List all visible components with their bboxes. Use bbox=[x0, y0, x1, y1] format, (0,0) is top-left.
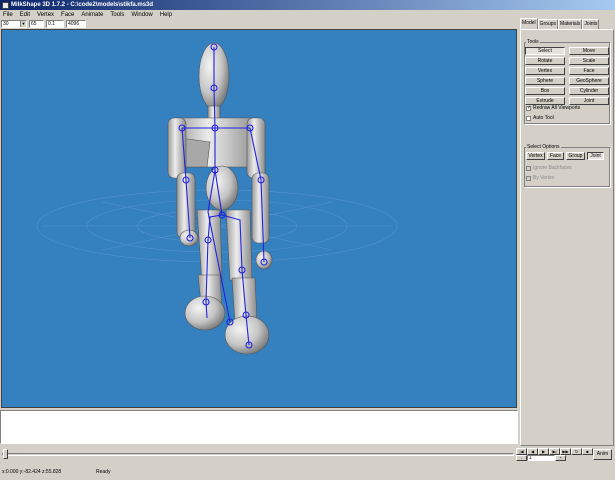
geosphere-tool-button[interactable]: GeoSphere bbox=[569, 77, 609, 85]
tab-materials[interactable]: Materials bbox=[558, 19, 583, 29]
box-tool-button[interactable]: Box bbox=[525, 87, 565, 95]
tab-joints[interactable]: Joints bbox=[582, 19, 600, 29]
zoom-select[interactable]: 30 ▼ bbox=[1, 20, 27, 28]
panel-tabs: Model Groups Materials Joints bbox=[520, 18, 614, 29]
extrude-tool-button[interactable]: Extrude bbox=[525, 97, 565, 105]
menu-tools[interactable]: Tools bbox=[110, 12, 124, 18]
status-message: Ready bbox=[96, 469, 111, 475]
toolbar-field-3[interactable]: 0.1 bbox=[46, 20, 64, 28]
menu-face[interactable]: Face bbox=[61, 12, 74, 18]
prev-frame-button[interactable]: ◀ bbox=[527, 448, 538, 455]
last-frame-button[interactable]: ▶▶ bbox=[560, 448, 571, 455]
right-panel: Model Groups Materials Joints Tools Sele… bbox=[520, 18, 614, 446]
cylinder-tool-button[interactable]: Cylinder bbox=[569, 87, 609, 95]
stop-button[interactable]: ■ bbox=[582, 448, 593, 455]
select-group-button[interactable]: Group bbox=[566, 152, 585, 160]
select-tool-button[interactable]: Select bbox=[525, 47, 565, 55]
window-title: MilkShape 3D 1.7.2 - C:\code2\models\sti… bbox=[11, 2, 154, 8]
mesh-figure bbox=[167, 42, 273, 355]
anim-button[interactable]: Anim bbox=[593, 449, 612, 460]
checkbox-box bbox=[526, 115, 531, 121]
3d-viewport[interactable] bbox=[1, 29, 517, 408]
tools-grid: Select Move Rotate Scale Vertex Face Sph… bbox=[525, 47, 609, 105]
status-coordinates: x:0.000 y:-82.424 z:55.828 bbox=[2, 469, 62, 475]
select-mode-row: Vertex Face Group Joint bbox=[526, 152, 604, 160]
checkbox-box bbox=[526, 175, 531, 181]
viewport-scene bbox=[36, 42, 398, 355]
menu-help[interactable]: Help bbox=[160, 12, 172, 18]
status-bar: x:0.000 y:-82.424 z:55.828 Ready bbox=[0, 466, 615, 478]
app-icon bbox=[2, 1, 9, 9]
menu-vertex[interactable]: Vertex bbox=[37, 12, 54, 18]
move-tool-button[interactable]: Move bbox=[569, 47, 609, 55]
app-window: MilkShape 3D 1.7.2 - C:\code2\models\sti… bbox=[0, 0, 615, 480]
toolbar-field-2[interactable]: 65 bbox=[29, 20, 44, 28]
toolbar: 30 ▼ 65 0.1 4096 bbox=[0, 19, 518, 29]
face-tool-button[interactable]: Face bbox=[569, 67, 609, 75]
message-pane bbox=[0, 410, 518, 444]
frame-up-button[interactable]: + bbox=[555, 455, 566, 461]
first-frame-button[interactable]: |◀ bbox=[516, 448, 527, 455]
joint-tool-button[interactable]: Joint bbox=[569, 97, 609, 105]
zoom-value: 30 bbox=[3, 21, 9, 27]
vertex-tool-button[interactable]: Vertex bbox=[525, 67, 565, 75]
select-vertex-button[interactable]: Vertex bbox=[526, 152, 545, 160]
redraw-all-viewports-checkbox[interactable]: ✓ Redraw All Viewports bbox=[526, 105, 580, 111]
scale-tool-button[interactable]: Scale bbox=[569, 57, 609, 65]
select-options-label: Select Options bbox=[526, 144, 561, 150]
menu-file[interactable]: File bbox=[3, 12, 13, 18]
playback-controls: |◀ ◀ ▶ ▶| ▶▶ ↻ ■ bbox=[516, 448, 593, 455]
sphere-tool-button[interactable]: Sphere bbox=[525, 77, 565, 85]
select-joint-button[interactable]: Joint bbox=[587, 152, 604, 160]
menu-window[interactable]: Window bbox=[131, 12, 152, 18]
model-tab-body: Tools Select Move Rotate Scale Vertex Fa… bbox=[520, 29, 614, 446]
select-face-button[interactable]: Face bbox=[547, 152, 564, 160]
loop-button[interactable]: ↻ bbox=[571, 448, 582, 455]
checkmark-icon: ✓ bbox=[526, 104, 532, 111]
toolbar-field-4[interactable]: 4096 bbox=[66, 20, 86, 28]
rotate-tool-button[interactable]: Rotate bbox=[525, 57, 565, 65]
by-vertex-checkbox[interactable]: By Vertex bbox=[526, 175, 554, 181]
chevron-down-icon[interactable]: ▼ bbox=[20, 21, 26, 27]
frame-slider-track[interactable] bbox=[2, 453, 514, 456]
menu-edit[interactable]: Edit bbox=[20, 12, 30, 18]
ignore-backfaces-checkbox[interactable]: Ignore Backfaces bbox=[526, 165, 572, 171]
redraw-label: Redraw All Viewports bbox=[533, 105, 581, 111]
auto-tool-checkbox[interactable]: Auto Tool bbox=[526, 115, 554, 121]
next-frame-button[interactable]: ▶| bbox=[549, 448, 560, 455]
frame-field[interactable]: 1 bbox=[527, 455, 555, 461]
auto-tool-label: Auto Tool bbox=[533, 115, 554, 121]
tools-group-label: Tools bbox=[526, 39, 540, 45]
menu-animate[interactable]: Animate bbox=[81, 12, 103, 18]
checkbox-box bbox=[526, 165, 531, 171]
tab-model[interactable]: Model bbox=[520, 18, 538, 29]
frame-controls: - 1 + bbox=[516, 455, 566, 461]
animation-timeline: |◀ ◀ ▶ ▶| ▶▶ ↻ ■ - 1 + Anim bbox=[0, 448, 615, 461]
tab-groups[interactable]: Groups bbox=[537, 19, 559, 29]
frame-down-button[interactable]: - bbox=[516, 455, 527, 461]
by-vertex-label: By Vertex bbox=[533, 175, 555, 181]
frame-slider-thumb[interactable] bbox=[3, 449, 8, 459]
title-bar: MilkShape 3D 1.7.2 - C:\code2\models\sti… bbox=[0, 0, 615, 10]
play-button[interactable]: ▶ bbox=[538, 448, 549, 455]
ignore-backfaces-label: Ignore Backfaces bbox=[533, 165, 572, 171]
